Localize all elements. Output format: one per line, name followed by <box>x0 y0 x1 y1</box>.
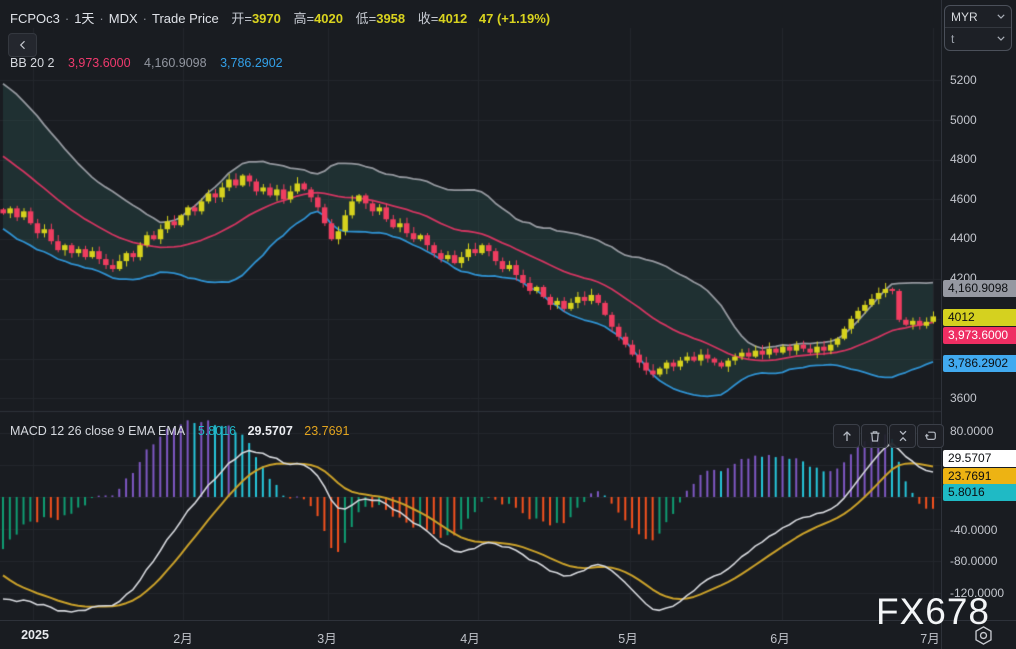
time-axis[interactable]: 2025 2月 3月 4月 5月 6月 7月 <box>0 620 1016 649</box>
macd-label: MACD 12 26 close 9 EMA EMA <box>10 424 185 438</box>
bollinger-upper-value: 4,160.9098 <box>144 56 207 70</box>
price-tick: 4800 <box>950 152 977 166</box>
currency-value: MYR <box>951 9 978 24</box>
chevron-down-icon <box>997 36 1005 41</box>
bollinger-label: BB 20 2 <box>10 56 55 70</box>
unit-value: t <box>951 31 955 46</box>
symbol-name[interactable]: FCPOc3 <box>10 11 60 26</box>
reset-scale-button[interactable] <box>917 424 944 448</box>
close-label: 收= <box>417 11 439 26</box>
unit-dropdown[interactable]: t <box>945 27 1011 49</box>
separator: · <box>142 11 147 26</box>
currency-dropdown[interactable]: MYR <box>945 6 1011 27</box>
time-label: 2月 <box>173 632 193 646</box>
chevron-left-icon <box>17 39 29 51</box>
collapse-icon <box>896 429 910 443</box>
price-axis[interactable]: 5200 5000 4800 4600 4400 4200 3600 4,160… <box>941 0 1016 620</box>
symbol-header: FCPOc3 · 1天 · MDX · Trade Price 开=3970 高=4020 … <box>10 8 550 27</box>
bb-lower-price-label: 3,786.2902 <box>943 355 1016 372</box>
trash-icon <box>868 429 882 443</box>
delete-indicator-button[interactable] <box>861 424 888 448</box>
bollinger-basis-value: 3,973.6000 <box>67 56 131 70</box>
macd-tick: -40.0000 <box>950 523 998 537</box>
low-label: 低= <box>355 11 377 26</box>
interval-label[interactable]: 1天 <box>74 11 94 26</box>
open-value: 3970 <box>251 11 281 26</box>
price-macd-chart-canvas[interactable] <box>0 0 941 620</box>
open-label: 开= <box>231 11 252 26</box>
macd-hist-value-label: 5.8016 <box>943 484 1016 501</box>
macd-signal-value-label: 23.7691 <box>943 468 1016 485</box>
macd-line-value: 29.5707 <box>247 424 293 438</box>
bollinger-lower-value: 3,786.2902 <box>220 56 283 70</box>
exchange-label: MDX <box>108 11 138 26</box>
trading-chart-app: FCPOc3 · 1天 · MDX · Trade Price 开=3970 高=4020 … <box>0 0 1016 649</box>
price-tick: 4600 <box>950 192 977 206</box>
loop-icon <box>924 429 938 443</box>
close-value: 4012 <box>438 11 468 26</box>
time-label: 2025 <box>21 628 49 642</box>
currency-unit-selector: MYR t <box>944 5 1012 51</box>
bb-upper-price-label: 4,160.9098 <box>943 280 1016 297</box>
macd-legend[interactable]: MACD 12 26 close 9 EMA EMA 5.8016 29.570… <box>10 424 349 438</box>
bb-basis-price-label: 3,973.6000 <box>943 327 1016 344</box>
high-value: 4020 <box>314 11 343 26</box>
high-label: 高= <box>293 11 315 26</box>
macd-tick: 80.0000 <box>950 424 994 438</box>
price-tick: 5200 <box>950 73 977 87</box>
last-price-label: 4012 <box>943 309 1016 326</box>
collapse-pane-button[interactable] <box>889 424 916 448</box>
change-value: 47 (+1.19%) <box>478 11 551 26</box>
price-tick: 5000 <box>950 113 977 127</box>
price-type-label: Trade Price <box>152 11 219 26</box>
macd-hist-value: 5.8016 <box>197 424 237 438</box>
chevron-down-icon <box>997 14 1005 19</box>
time-label: 6月 <box>770 632 790 646</box>
price-tick: 3600 <box>950 391 977 405</box>
price-tick: 4400 <box>950 231 977 245</box>
time-label: 3月 <box>317 632 337 646</box>
separator: · <box>64 11 70 26</box>
back-button[interactable] <box>8 33 37 57</box>
macd-tick: -80.0000 <box>950 554 998 568</box>
macd-value-label: 29.5707 <box>943 450 1016 467</box>
bollinger-legend[interactable]: BB 20 2 3,973.6000 4,160.9098 3,786.2902 <box>10 56 283 70</box>
time-label: 5月 <box>618 632 638 646</box>
time-label: 4月 <box>460 632 480 646</box>
macd-signal-value: 23.7691 <box>304 424 350 438</box>
arrow-up-icon <box>840 429 854 443</box>
watermark: FX678 <box>876 591 991 632</box>
separator: · <box>99 11 104 26</box>
low-value: 3958 <box>376 11 406 26</box>
move-pane-up-button[interactable] <box>833 424 860 448</box>
